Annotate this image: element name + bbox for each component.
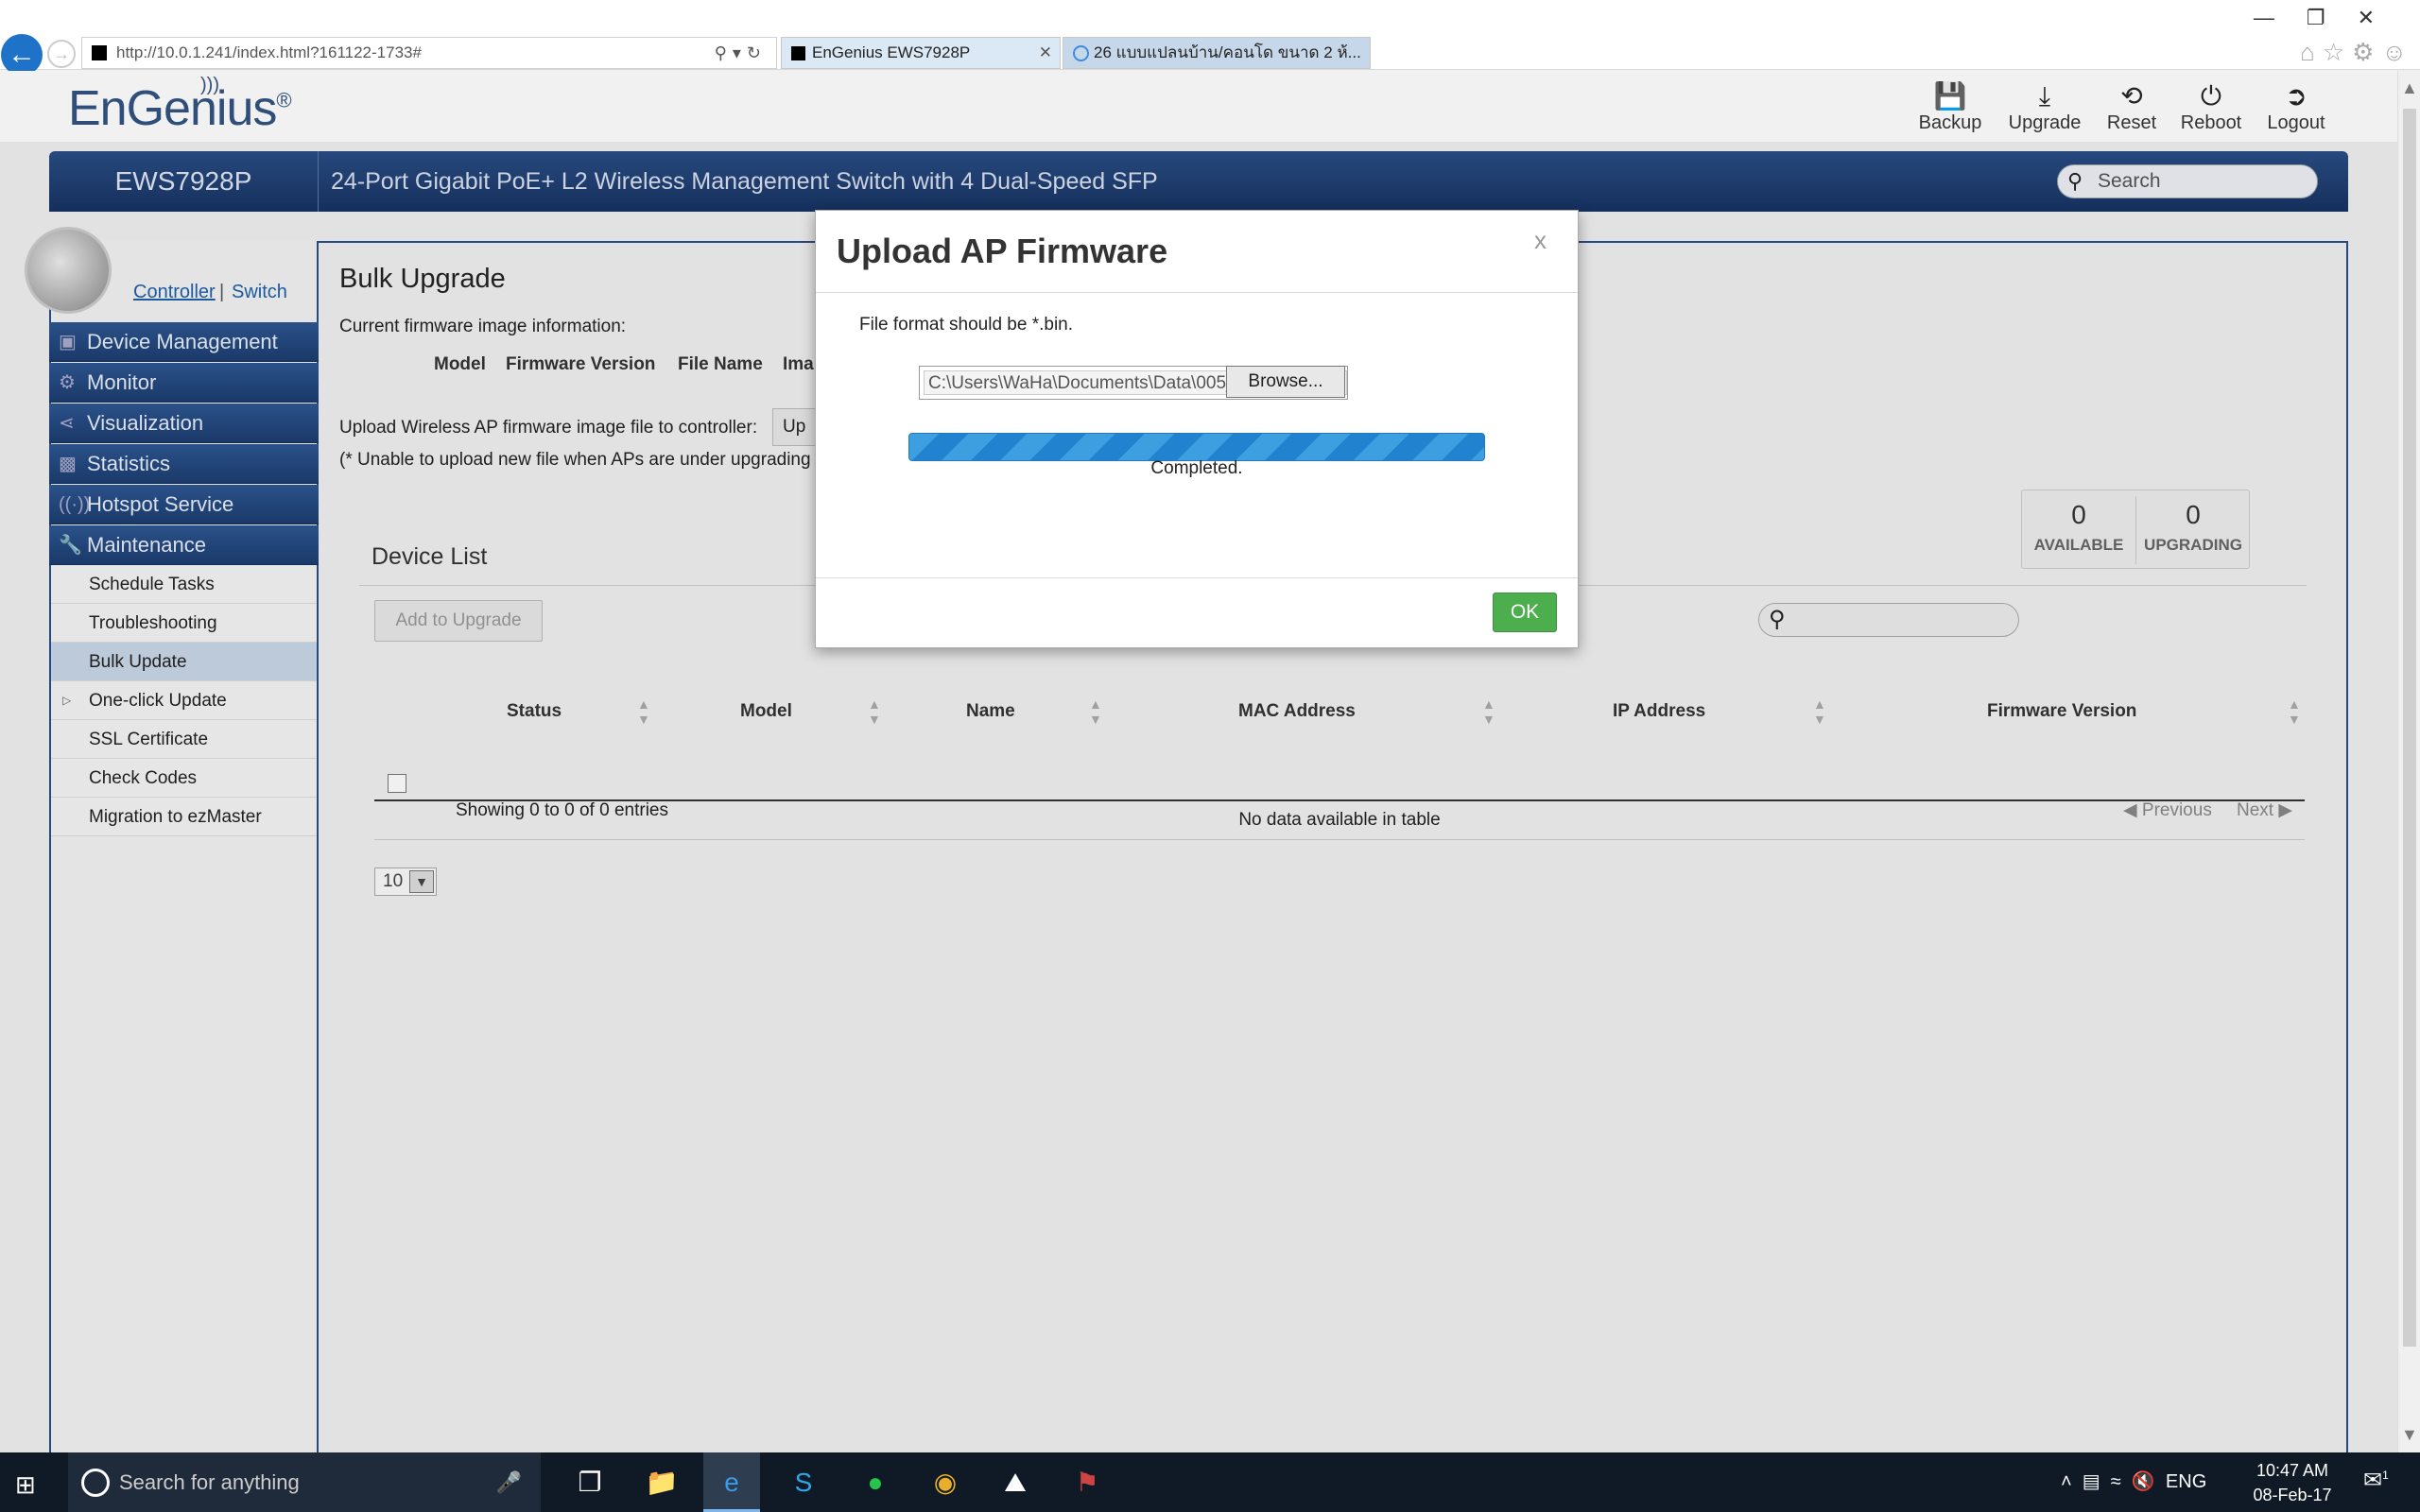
tab-favicon-icon — [791, 46, 805, 60]
logout-button[interactable]: ➲ Logout — [2254, 80, 2339, 134]
download-icon: ⤓ — [2038, 81, 2051, 111]
browse-button[interactable]: Browse... — [1226, 366, 1345, 398]
scroll-down-icon[interactable]: ▼ — [2401, 1425, 2418, 1445]
page-scrollbar[interactable]: ▲ ▼ — [2397, 71, 2420, 1452]
engenius-logo: EnGenius® — [68, 81, 292, 136]
divider — [816, 292, 1578, 293]
forward-button[interactable]: → — [47, 40, 76, 68]
address-bar[interactable]: http://10.0.1.241/index.html?161122-1733… — [81, 37, 777, 69]
web-page: EnGenius® ))) 💾 Backup ⤓ Upgrade ⟲ Reset ⏻ R… — [0, 71, 2397, 1452]
file-explorer-icon[interactable]: 📁 — [633, 1452, 690, 1512]
power-icon: ⏻ — [2200, 81, 2222, 111]
scroll-thumb[interactable] — [2403, 109, 2416, 1347]
taskbar-clock[interactable]: 10:47 AM 08-Feb-17 — [2245, 1458, 2340, 1507]
logout-icon: ➲ — [2285, 81, 2308, 111]
dialog-title: Upload AP Firmware — [837, 232, 1168, 270]
window-controls[interactable]: —❐✕ — [2254, 6, 2407, 30]
tab-close-icon[interactable]: ✕ — [1039, 38, 1052, 68]
browser-tab-2[interactable]: 26 แบบแปลนบ้าน/คอนโด ขนาด 2 ห้... — [1063, 37, 1371, 69]
ok-button[interactable]: OK — [1493, 593, 1557, 632]
close-icon[interactable]: x — [1534, 226, 1547, 255]
cortana-icon — [81, 1469, 110, 1497]
microphone-icon[interactable]: 🎤 — [496, 1452, 522, 1512]
file-format-note: File format should be *.bin. — [859, 315, 1074, 335]
reset-button[interactable]: ⟲ Reset — [2089, 80, 2174, 134]
task-view-icon[interactable]: ❐ — [562, 1452, 618, 1512]
browser-favorites-icons[interactable]: ⌂☆⚙☺ — [2300, 38, 2414, 67]
search-refresh-icons[interactable]: ⚲▾↻ — [715, 38, 767, 68]
save-icon: 💾 — [1933, 81, 1967, 111]
url-text: http://10.0.1.241/index.html?161122-1733… — [116, 43, 422, 61]
backup-button[interactable]: 💾 Backup — [1908, 80, 1993, 134]
site-favicon-icon — [92, 45, 107, 60]
taskbar-search[interactable]: Search for anything 🎤 — [68, 1452, 541, 1512]
back-button[interactable]: ← — [1, 34, 43, 76]
upload-progress-bar — [908, 433, 1485, 461]
reboot-button[interactable]: ⏻ Reboot — [2169, 80, 2254, 134]
reset-icon: ⟲ — [2120, 81, 2143, 111]
photos-icon[interactable]: ⛰ — [987, 1452, 1044, 1512]
line-app-icon[interactable]: ● — [847, 1452, 904, 1512]
browser-tab-engenius[interactable]: EnGenius EWS7928P ✕ — [781, 37, 1061, 69]
flag-app-icon[interactable]: ⚑ — [1059, 1452, 1115, 1512]
chrome-icon[interactable]: ◉ — [917, 1452, 974, 1512]
upgrade-button[interactable]: ⤓ Upgrade — [2002, 80, 2087, 134]
tab-label: EnGenius EWS7928P — [812, 43, 971, 61]
divider — [816, 577, 1578, 578]
language-indicator[interactable]: ENG — [2166, 1471, 2206, 1492]
tab-label: 26 แบบแปลนบ้าน/คอนโด ขนาด 2 ห้... — [1094, 43, 1361, 61]
ie-favicon-icon — [1073, 45, 1089, 61]
internet-explorer-icon[interactable]: e — [703, 1452, 760, 1512]
notifications-icon[interactable]: ✉1 — [2363, 1467, 2389, 1494]
system-tray[interactable]: ˄ ▤ ≈ 🔇 ENG — [2061, 1452, 2206, 1512]
upload-status: Completed. — [1150, 458, 1243, 478]
windows-start-icon[interactable]: ⊞ — [15, 1470, 36, 1500]
wifi-wave-icon: ))) — [200, 75, 219, 95]
skype-icon[interactable]: S — [775, 1452, 832, 1512]
scroll-up-icon[interactable]: ▲ — [2401, 78, 2418, 98]
upload-firmware-dialog: Upload AP Firmware x File format should … — [815, 210, 1579, 648]
